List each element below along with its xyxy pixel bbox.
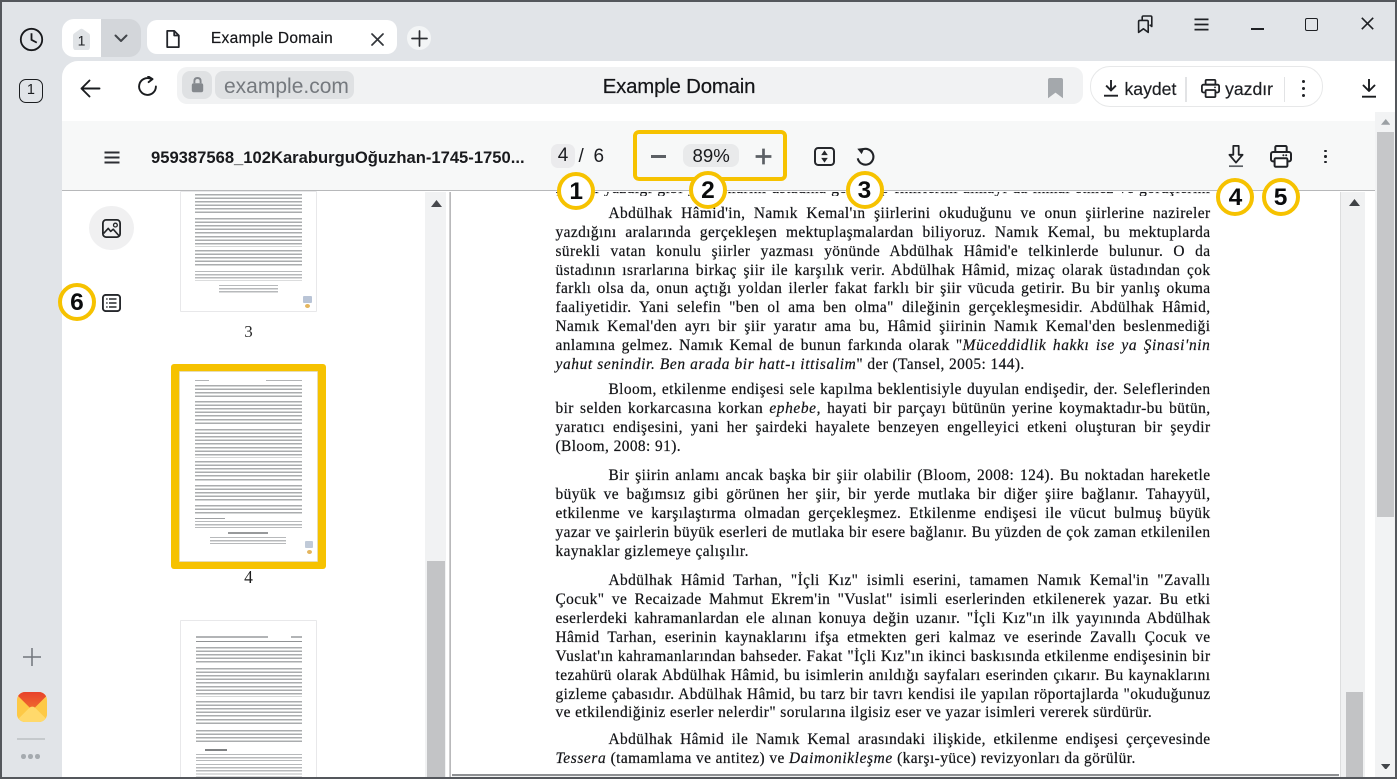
svg-text:1: 1 [77,32,85,48]
